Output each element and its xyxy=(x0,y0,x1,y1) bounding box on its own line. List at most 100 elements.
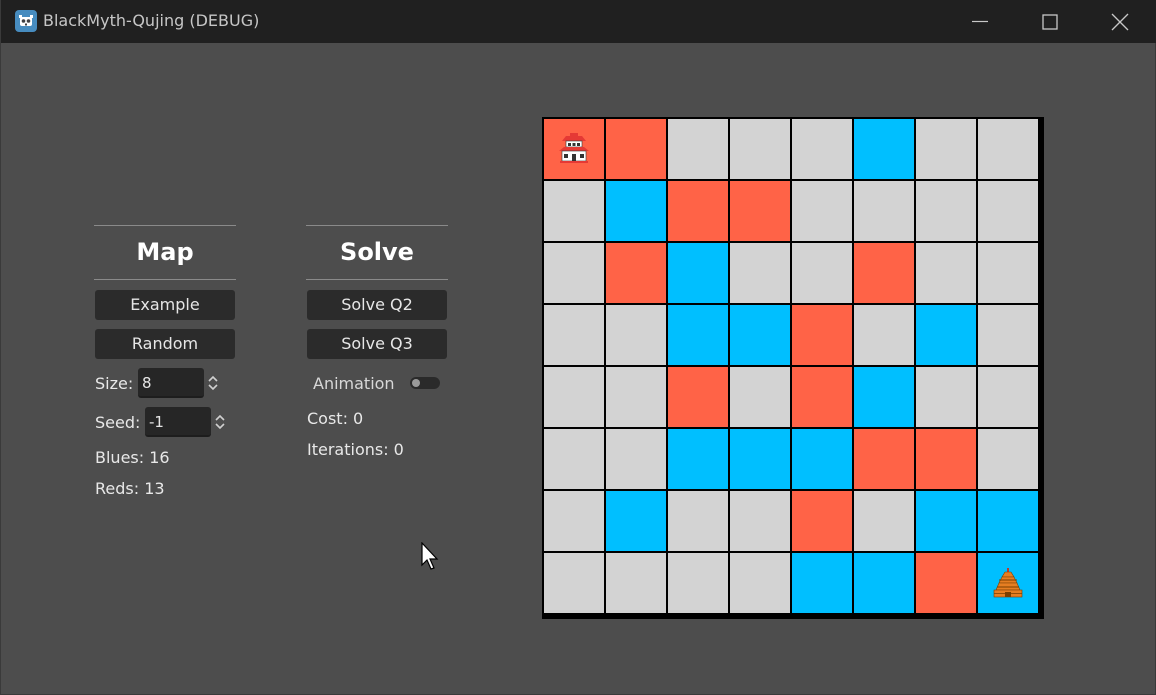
grid-cell[interactable] xyxy=(854,181,914,241)
grid-cell[interactable] xyxy=(978,367,1038,427)
grid-cell[interactable] xyxy=(668,429,728,489)
solve-q2-button[interactable]: Solve Q2 xyxy=(307,290,447,320)
reds-count: Reds: 13 xyxy=(95,479,165,498)
grid-cell[interactable] xyxy=(792,305,852,365)
grid-cell[interactable] xyxy=(668,491,728,551)
grid-cell[interactable] xyxy=(668,305,728,365)
grid-cell[interactable] xyxy=(544,243,604,303)
grid-cell[interactable] xyxy=(854,491,914,551)
cost-text: Cost: 0 xyxy=(307,409,364,428)
size-label: Size: xyxy=(95,374,134,393)
grid-cell[interactable] xyxy=(668,243,728,303)
grid-cell[interactable] xyxy=(730,367,790,427)
grid-cell[interactable] xyxy=(606,181,666,241)
close-button[interactable] xyxy=(1085,0,1155,43)
grid-cell[interactable] xyxy=(668,119,728,179)
grid-cell[interactable] xyxy=(606,553,666,613)
map-heading-top-divider xyxy=(94,225,236,226)
grid-cell[interactable] xyxy=(606,429,666,489)
grid-cell[interactable] xyxy=(606,119,666,179)
grid-cell[interactable] xyxy=(606,305,666,365)
grid-cell[interactable] xyxy=(544,429,604,489)
grid-cell[interactable] xyxy=(978,491,1038,551)
blues-count: Blues: 16 xyxy=(95,448,170,467)
grid-cell[interactable] xyxy=(730,305,790,365)
map-grid xyxy=(542,117,1044,619)
close-icon xyxy=(1111,13,1129,31)
title-bar[interactable]: BlackMyth-Qujing (DEBUG) xyxy=(1,0,1156,43)
grid-cell[interactable] xyxy=(792,367,852,427)
grid-cell[interactable] xyxy=(668,181,728,241)
toggle-knob xyxy=(412,379,420,387)
grid-cell[interactable] xyxy=(978,553,1038,613)
grid-cell[interactable] xyxy=(792,243,852,303)
example-button[interactable]: Example xyxy=(95,290,235,320)
minimize-icon xyxy=(972,20,988,23)
grid-cell[interactable] xyxy=(916,119,976,179)
seed-spinbox[interactable]: -1 xyxy=(145,407,211,437)
grid-cell[interactable] xyxy=(544,119,604,179)
maximize-button[interactable] xyxy=(1015,0,1085,43)
pagoda-icon xyxy=(993,568,1023,598)
animation-label: Animation xyxy=(313,374,395,393)
grid-cell[interactable] xyxy=(730,119,790,179)
grid-cell[interactable] xyxy=(854,429,914,489)
grid-cell[interactable] xyxy=(916,305,976,365)
grid-cell[interactable] xyxy=(606,367,666,427)
grid-cell[interactable] xyxy=(606,491,666,551)
seed-spin-arrows-icon[interactable] xyxy=(214,413,226,431)
grid-cell[interactable] xyxy=(792,181,852,241)
grid-cell[interactable] xyxy=(730,553,790,613)
grid-cell[interactable] xyxy=(730,243,790,303)
grid-cell[interactable] xyxy=(854,553,914,613)
grid-cell[interactable] xyxy=(916,491,976,551)
grid-cell[interactable] xyxy=(792,553,852,613)
grid-cell[interactable] xyxy=(854,305,914,365)
grid-cell[interactable] xyxy=(916,429,976,489)
grid-cell[interactable] xyxy=(730,491,790,551)
grid-cell[interactable] xyxy=(730,181,790,241)
grid-cell[interactable] xyxy=(544,491,604,551)
iterations-text: Iterations: 0 xyxy=(307,440,404,459)
grid-cell[interactable] xyxy=(916,553,976,613)
grid-cell[interactable] xyxy=(854,367,914,427)
grid-cell[interactable] xyxy=(544,367,604,427)
grid-cell[interactable] xyxy=(668,367,728,427)
grid-cell[interactable] xyxy=(544,305,604,365)
grid-cell[interactable] xyxy=(792,119,852,179)
grid-cell[interactable] xyxy=(792,491,852,551)
seed-label: Seed: xyxy=(95,413,141,432)
grid-cell[interactable] xyxy=(978,429,1038,489)
solve-q3-button[interactable]: Solve Q3 xyxy=(307,329,447,359)
solve-heading: Solve xyxy=(340,238,414,266)
grid-cell[interactable] xyxy=(730,429,790,489)
mouse-cursor-icon xyxy=(421,542,439,570)
temple-icon xyxy=(559,133,589,163)
size-spin-arrows-icon[interactable] xyxy=(207,374,219,392)
size-spinbox[interactable]: 8 xyxy=(138,368,204,398)
grid-cell[interactable] xyxy=(978,305,1038,365)
map-heading: Map xyxy=(136,238,194,266)
app-window: BlackMyth-Qujing (DEBUG) Map Example Ran… xyxy=(0,0,1156,695)
grid-cell[interactable] xyxy=(916,243,976,303)
grid-cell[interactable] xyxy=(854,243,914,303)
grid-cell[interactable] xyxy=(916,367,976,427)
grid-cell[interactable] xyxy=(606,243,666,303)
grid-cell[interactable] xyxy=(978,181,1038,241)
grid-cell[interactable] xyxy=(544,181,604,241)
solve-heading-top-divider xyxy=(306,225,448,226)
grid-cell[interactable] xyxy=(792,429,852,489)
animation-toggle[interactable] xyxy=(410,377,440,389)
window-title: BlackMyth-Qujing (DEBUG) xyxy=(43,11,260,30)
grid-cell[interactable] xyxy=(668,553,728,613)
grid-cell[interactable] xyxy=(544,553,604,613)
grid-cell[interactable] xyxy=(978,243,1038,303)
grid-cell[interactable] xyxy=(916,181,976,241)
godot-icon xyxy=(15,10,37,32)
minimize-button[interactable] xyxy=(945,0,1015,43)
grid-cell[interactable] xyxy=(854,119,914,179)
grid-cell[interactable] xyxy=(978,119,1038,179)
map-heading-bottom-divider xyxy=(94,279,236,280)
random-button[interactable]: Random xyxy=(95,329,235,359)
maximize-icon xyxy=(1042,14,1058,30)
